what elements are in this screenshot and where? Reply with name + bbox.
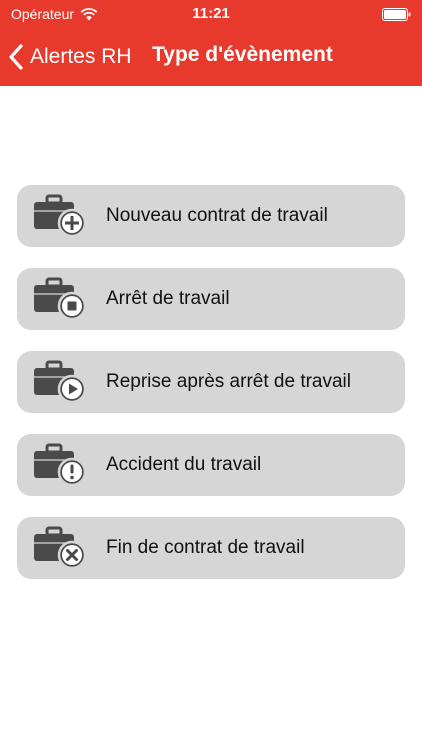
event-label: Fin de contrat de travail [106, 537, 305, 558]
status-time: 11:21 [192, 5, 230, 22]
navigation-bar: Alertes RH Type d'évènement [0, 28, 422, 86]
briefcase-cancel-icon [34, 526, 87, 570]
page-title: Type d'évènement [152, 43, 333, 66]
event-type-list: Nouveau contrat de travail Arrêt de trav… [17, 185, 405, 600]
event-label: Accident du travail [106, 454, 262, 475]
back-label: Alertes RH [30, 45, 132, 68]
battery-icon [382, 8, 411, 21]
briefcase-plus-icon [34, 194, 87, 238]
event-label: Reprise après arrêt de travail [106, 371, 351, 392]
briefcase-alert-icon [34, 443, 87, 487]
back-button[interactable]: Alertes RH [8, 28, 132, 86]
header-bar: Opérateur 11:21 Alertes RH Type d'évènem… [0, 0, 422, 86]
event-item-arret-travail[interactable]: Arrêt de travail [17, 268, 405, 330]
chevron-left-icon [9, 44, 23, 70]
status-bar: Opérateur 11:21 [0, 0, 422, 28]
briefcase-stop-icon [34, 277, 87, 321]
event-item-accident[interactable]: Accident du travail [17, 434, 405, 496]
event-label: Nouveau contrat de travail [106, 205, 328, 226]
event-label: Arrêt de travail [106, 288, 230, 309]
event-item-nouveau-contrat[interactable]: Nouveau contrat de travail [17, 185, 405, 247]
briefcase-play-icon [34, 360, 87, 404]
event-item-fin-contrat[interactable]: Fin de contrat de travail [17, 517, 405, 579]
event-item-reprise[interactable]: Reprise après arrêt de travail [17, 351, 405, 413]
